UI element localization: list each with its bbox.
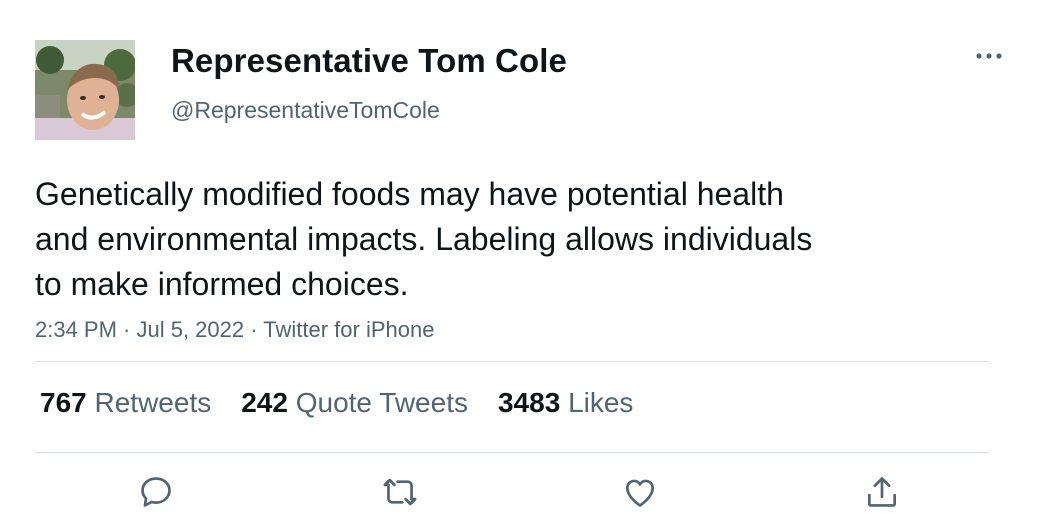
reply-icon — [137, 473, 175, 516]
quote-tweets-count: 242 — [241, 387, 288, 418]
author-handle[interactable]: @RepresentativeTomCole — [171, 97, 440, 124]
tweet-text-line: and environmental impacts. Labeling allo… — [35, 221, 813, 257]
retweet-icon — [380, 473, 420, 516]
tweet-meta[interactable]: 2:34 PM · Jul 5, 2022 · Twitter for iPho… — [35, 317, 434, 343]
retweets-count: 767 — [40, 387, 87, 418]
reply-button[interactable] — [134, 472, 178, 516]
tweet-text: Genetically modified foods may have pote… — [35, 172, 935, 307]
retweets-label: Retweets — [94, 387, 212, 418]
more-button[interactable] — [972, 40, 1006, 74]
share-button[interactable] — [860, 472, 904, 516]
share-icon — [863, 473, 901, 516]
retweet-button[interactable] — [378, 472, 422, 516]
like-button[interactable] — [618, 472, 662, 516]
likes-count: 3483 — [497, 387, 561, 418]
more-horizontal-icon — [974, 48, 1004, 66]
tweet-actions — [0, 472, 1050, 517]
likes-label: Likes — [568, 387, 634, 418]
quote-tweets-label: Quote Tweets — [295, 387, 468, 418]
tweet-text-line: Genetically modified foods may have pote… — [35, 176, 784, 212]
author-name[interactable]: Representative Tom Cole — [171, 42, 567, 80]
tweet-stats: 767 Retweets 242 Quote Tweets 3483 Likes — [40, 387, 663, 419]
quote-tweets-stat[interactable]: 242 Quote Tweets — [241, 387, 468, 419]
likes-stat[interactable]: 3483 Likes — [498, 387, 633, 419]
tweet-text-line: to make informed choices. — [35, 266, 409, 302]
retweets-stat[interactable]: 767 Retweets — [40, 387, 211, 419]
avatar[interactable] — [35, 40, 135, 140]
divider — [35, 361, 989, 362]
divider — [35, 452, 989, 453]
heart-icon — [621, 473, 659, 516]
